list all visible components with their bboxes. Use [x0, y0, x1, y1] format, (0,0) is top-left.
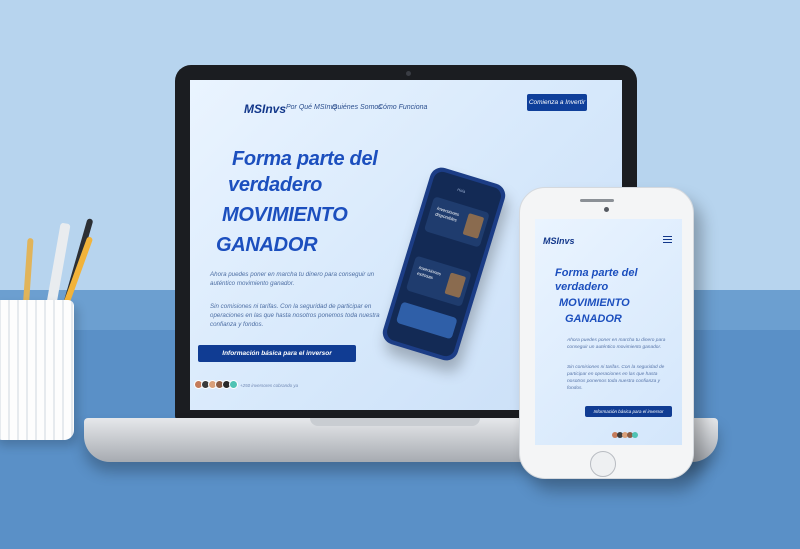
hamburger-menu-icon[interactable]	[663, 236, 672, 245]
phone-investor-avatars	[612, 432, 638, 438]
phone-paragraph-2: Sin comisiones ni tarifas. Con la seguri…	[567, 365, 665, 391]
hero-headline-line3: MOVIMIENTO	[222, 204, 348, 226]
inner-phone-card: Inversiones exitosas	[405, 255, 472, 307]
laptop-camera	[406, 71, 411, 76]
laptop-notch	[310, 418, 480, 426]
start-investing-button[interactable]: Comienza a Invertir	[527, 94, 587, 111]
inner-phone-card	[395, 301, 458, 340]
avatar	[632, 432, 638, 438]
avatar	[229, 380, 238, 389]
hero-headline-line2: verdadero	[228, 174, 323, 196]
investor-avatars	[194, 380, 238, 389]
hero-headline-line4: GANADOR	[216, 234, 318, 256]
investor-info-button[interactable]: Información básica para el inversor	[198, 345, 356, 362]
phone-camera	[604, 207, 609, 212]
site-logo[interactable]: MSInvs	[244, 102, 286, 116]
nav-link-como-funciona[interactable]: Cómo Funciona	[378, 104, 427, 111]
phone-headline-line2: verdadero	[555, 281, 609, 293]
phone-speaker	[580, 199, 614, 202]
hero-paragraph-2: Sin comisiones ni tarifas. Con la seguri…	[210, 303, 380, 328]
pencil-cup	[0, 300, 74, 440]
phone-headline-line1: Forma parte del	[555, 267, 638, 279]
hero-phone-mockup: Hola Inversiones disponibles Inversiones…	[379, 164, 509, 364]
hero-paragraph-1: Ahora puedes poner en marcha tu dinero p…	[210, 271, 375, 287]
nav-link-quienes-somos[interactable]: Quiénes Somos	[332, 104, 382, 111]
phone-investor-info-button[interactable]: Información básica para el inversor	[585, 406, 672, 417]
nav-link-por-que[interactable]: Por Qué MSInvs	[286, 104, 337, 111]
avatar-note: +250 inversores cobrando ya	[240, 383, 299, 388]
phone-headline-line3: MOVIMIENTO	[559, 297, 630, 309]
phone-screen: MSInvs Forma parte del verdadero MOVIMIE…	[535, 219, 682, 445]
phone-home-button[interactable]	[590, 451, 616, 477]
phone-paragraph-1: Ahora puedes poner en marcha tu dinero p…	[567, 338, 666, 350]
inner-phone-card: Inversiones disponibles	[423, 196, 490, 248]
phone-site-logo[interactable]: MSInvs	[543, 236, 575, 246]
hero-headline-line1: Forma parte del	[232, 148, 378, 170]
inner-phone-header: Hola	[456, 186, 467, 194]
phone-headline-line4: GANADOR	[565, 313, 622, 325]
